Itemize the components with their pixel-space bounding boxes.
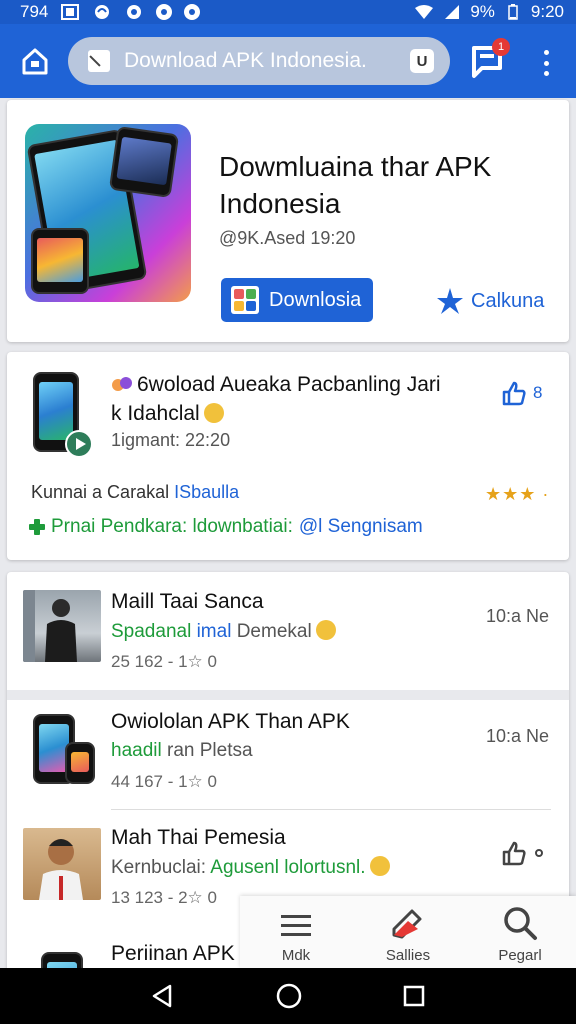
back-icon[interactable] [150, 983, 176, 1009]
home-circle-icon[interactable] [275, 982, 303, 1010]
item-subtitle-green: Agusenl lolortusnl. [210, 857, 366, 878]
featured-title-text: 6woload Aueaka Pacbanling Jari k Idahcla… [111, 373, 441, 425]
hand-emoji-icon [203, 403, 224, 423]
featured-category: Kunnai a Carakal ISbaulla [31, 482, 239, 503]
phone-thumbnail [23, 712, 101, 784]
address-bar[interactable]: Download APK Indonesia. U [68, 37, 450, 85]
download-label: Downlosia [269, 288, 362, 311]
tab-switcher-button[interactable]: U [410, 49, 434, 73]
favorite-button[interactable]: Calkuna [435, 286, 544, 316]
like-count: 8 [533, 383, 543, 402]
list-item[interactable]: Owiololan APK Than APK haadil ran Pletsa… [7, 700, 569, 810]
item-subtitle-green: Spadanal [111, 621, 192, 642]
featured-title: 6woload Aueaka Pacbanling Jari k Idahcla… [111, 370, 441, 428]
home-icon[interactable] [20, 46, 50, 76]
hero-meta: @9K.Ased 19:20 [219, 228, 356, 248]
recents-icon[interactable] [402, 984, 426, 1008]
hero-title: Dowmluaina thar APK Indonesia [219, 151, 492, 219]
item-stats: 13 123 - 2☆ 0 [111, 888, 217, 907]
nav-search[interactable]: Pegarl [464, 896, 576, 968]
phone-image [31, 228, 89, 294]
featured-meta: 1igmant: 22:20 [111, 430, 231, 450]
item-subtitle-rest: ran Pletsa [167, 740, 253, 761]
person-thumbnail [23, 590, 101, 662]
nav-edit[interactable]: Sallies [352, 896, 464, 968]
status-clock: 9:20 [530, 2, 564, 21]
hero-artwork [25, 124, 191, 302]
section-divider [7, 690, 569, 700]
system-navigation-bar [0, 968, 576, 1024]
item-title: Mah Thai Pemesia [111, 826, 286, 849]
signal-icon [442, 4, 462, 20]
settings-icon [124, 4, 144, 20]
thumbs-up-icon [502, 381, 526, 406]
phone-image [108, 125, 180, 199]
sync-icon [92, 4, 112, 20]
person-thumbnail [23, 828, 101, 900]
plus-icon [29, 519, 45, 535]
notification-dot-icon [156, 4, 173, 20]
edit-icon [392, 909, 422, 939]
item-time: 10:a Ne [485, 606, 549, 626]
item-stats: 44 167 - 1☆ 0 [111, 772, 217, 791]
item-subtitle: Kernbuclai: Agusenl lolortusnl. [111, 856, 390, 879]
like-button[interactable]: 8 [501, 380, 542, 406]
gallery-icon [60, 4, 80, 20]
nav-menu[interactable]: Mdk [240, 896, 352, 968]
like-button[interactable] [501, 840, 543, 866]
menu-icon [281, 915, 311, 936]
promo-green-text: Prnai Pendkara: ldownbatiai: [51, 516, 293, 537]
item-stats: 25 162 - 1☆ 0 [111, 652, 217, 671]
notification-dot-icon [184, 4, 201, 20]
category-prefix: Kunnai a Carakal [31, 482, 175, 502]
status-time-left: 794 [20, 2, 49, 21]
rating-stars: ★★★ · [485, 484, 550, 504]
download-button[interactable]: Downlosia [221, 278, 373, 322]
item-title: Owiololan APK Than APK [111, 710, 350, 733]
play-icon[interactable] [65, 430, 93, 458]
nav-label: Sallies [385, 947, 431, 964]
list-item[interactable]: Maill Taai Sanca Spadanal imal Demekal 2… [7, 572, 569, 690]
hand-emoji-icon [369, 856, 390, 876]
star-icon [437, 288, 463, 314]
notification-badge: 1 [492, 38, 510, 56]
promo-line[interactable]: Prnai Pendkara: ldownbatiai: @l Sengnisa… [29, 516, 423, 538]
item-time: 10:a Ne [485, 726, 549, 746]
sparkle-icon [112, 377, 132, 391]
hand-emoji-icon [315, 620, 336, 640]
hero-card[interactable]: Dowmluaina thar APK Indonesia @9K.Ased 1… [7, 100, 569, 342]
wifi-icon [414, 4, 434, 20]
favorite-label: Calkuna [471, 289, 545, 312]
battery-percent: 9% [470, 2, 495, 21]
item-subtitle-blue: imal [196, 621, 232, 642]
battery-icon [503, 4, 523, 20]
apps-icon [231, 286, 259, 314]
nav-label: Pegarl [498, 947, 542, 964]
nav-label: Mdk [281, 947, 311, 964]
status-bar: 794 9% 9:20 [0, 0, 576, 24]
bottom-navigation: Mdk Sallies Pegarl [240, 896, 576, 968]
search-icon [504, 907, 537, 940]
item-subtitle: Spadanal imal Demekal [111, 620, 336, 643]
category-link[interactable]: ISbaulla [174, 482, 239, 502]
featured-card[interactable]: 6woload Aueaka Pacbanling Jari k Idahcla… [7, 352, 569, 560]
overflow-menu-button[interactable] [534, 48, 558, 78]
url-text[interactable]: Download APK Indonesia. [124, 49, 410, 73]
browser-toolbar: Download APK Indonesia. U 1 [0, 24, 576, 98]
item-title: Periinan APK I [111, 942, 247, 965]
item-title: Maill Taai Sanca [111, 590, 264, 613]
item-subtitle-rest: Kernbuclai: [111, 857, 207, 878]
item-subtitle: haadil ran Pletsa [111, 740, 253, 762]
more-dot-icon [535, 849, 543, 857]
item-subtitle-rest: Demekal [236, 621, 312, 642]
item-subtitle-green: haadil [111, 740, 162, 761]
promo-link[interactable]: @l Sengnisam [299, 516, 423, 538]
thumbs-up-icon [502, 841, 526, 866]
page-icon [88, 50, 110, 72]
